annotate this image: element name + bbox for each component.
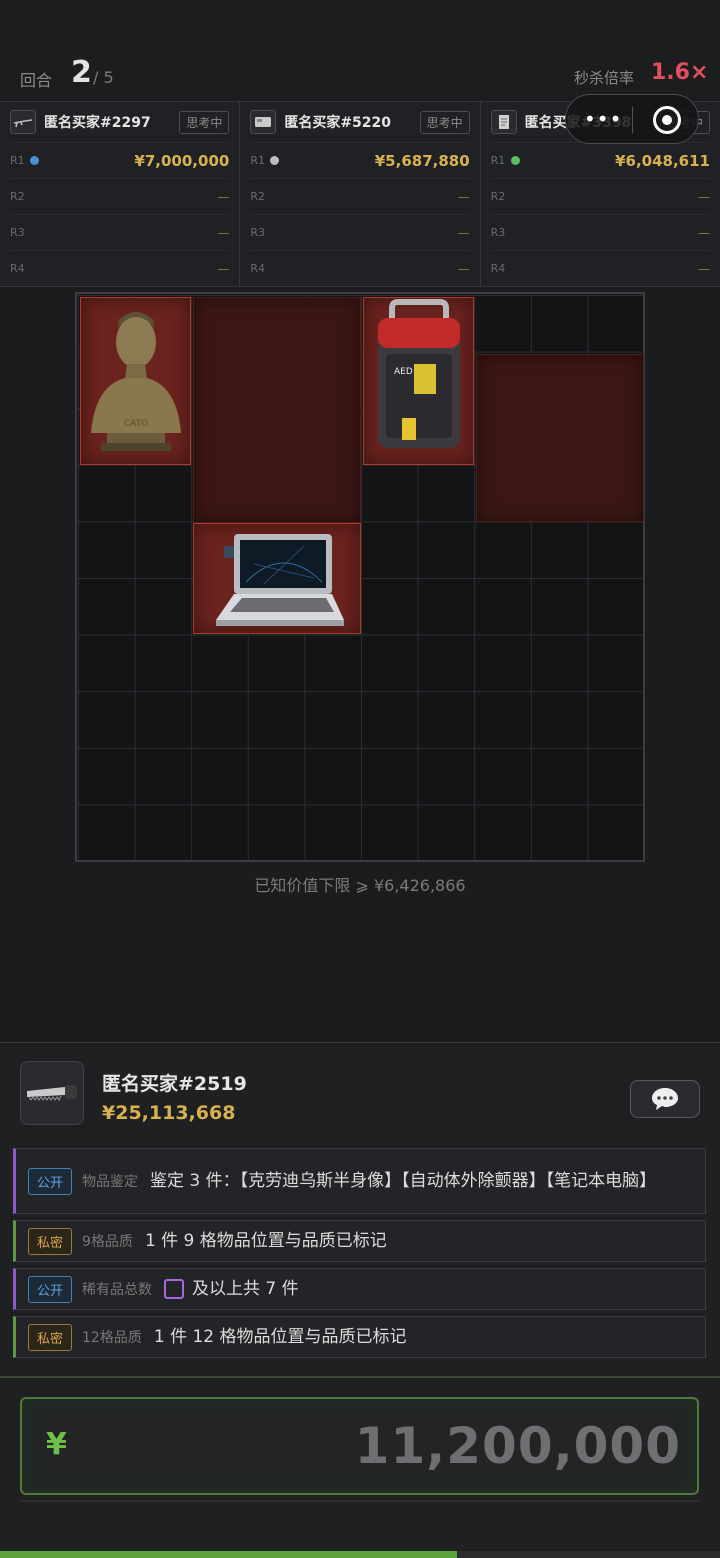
close-target-icon[interactable]	[653, 106, 681, 134]
round-total: / 5	[93, 68, 114, 87]
bid-input[interactable]: ¥ 11,200,000	[20, 1397, 699, 1495]
clue-label: 12格品质	[82, 1330, 142, 1346]
clue-row: 公开 稀有品总数 及以上共 7 件	[13, 1268, 706, 1310]
public-tag: 公开	[28, 1275, 73, 1303]
private-tag: 私密	[28, 1227, 73, 1255]
saw-icon	[20, 1061, 84, 1125]
header: 回合 2 / 5 秒杀倍率 1.6×	[0, 0, 720, 100]
bid-amount: —	[697, 261, 710, 276]
bidder-dot	[30, 156, 39, 165]
bid-amount: ¥5,687,880	[374, 151, 470, 170]
bid-amount: —	[457, 189, 470, 204]
bid-amount: —	[697, 225, 710, 240]
bid-amount: —	[217, 261, 230, 276]
chat-bubble-icon	[652, 1088, 678, 1110]
more-icon[interactable]: •••	[584, 107, 622, 131]
bid-amount: ¥7,000,000	[134, 151, 230, 170]
round-tag: R2	[250, 190, 265, 203]
capsule-divider	[632, 107, 633, 133]
rarity-square-icon	[164, 1279, 185, 1299]
miniprogram-capsule: •••	[565, 94, 699, 144]
round-tag: R3	[490, 226, 506, 239]
clue-label: 9格品质	[82, 1234, 133, 1250]
round-tag: R1	[490, 154, 506, 167]
bid-amount: —	[457, 261, 470, 276]
bid-amount: —	[697, 189, 710, 204]
clue-text: 1 件 9 格物品位置与品质已标记	[144, 1231, 387, 1251]
auction-screen: 回合 2 / 5 秒杀倍率 1.6× ••• 匿名买家#2297 思考中 R1 ¥…	[0, 0, 720, 1558]
bid-amount: —	[217, 189, 230, 204]
round-tag: R4	[250, 262, 265, 275]
notebook-icon	[490, 110, 517, 134]
player-name: 匿名买家#2519	[102, 1073, 247, 1095]
unknown-item-slot[interactable]	[193, 297, 361, 523]
bidder-status: 思考中	[179, 110, 230, 134]
divider	[20, 1500, 699, 1502]
round-tag: R3	[10, 226, 25, 239]
round-tag: R2	[10, 190, 25, 203]
clue-row: 公开 物品鉴定 鉴定 3 件：【克劳迪乌斯半身像】【自动体外除颤器】【笔记本电脑…	[13, 1148, 706, 1214]
divider	[0, 1376, 720, 1378]
clue-text: 鉴定 3 件：【克劳迪乌斯半身像】【自动体外除颤器】【笔记本电脑】	[150, 1171, 657, 1191]
clue-label: 物品鉴定	[82, 1174, 139, 1190]
round-current: 2	[71, 55, 92, 90]
storage-grid: CATO AED	[75, 292, 645, 862]
aed-icon: AED	[378, 299, 460, 448]
laptop-item[interactable]	[193, 523, 361, 634]
clue-text: 1 件 12 格物品位置与品质已标记	[153, 1327, 407, 1347]
bid-amount: —	[217, 225, 230, 240]
round-label: 回合	[20, 71, 53, 90]
bidder-card: 匿名买家#5220 思考中 R1 ¥5,687,880 R2 — R3 — R4 —	[240, 102, 481, 286]
clue-row: 私密 9格品质 1 件 9 格物品位置与品质已标记	[13, 1220, 706, 1262]
bid-amount: —	[457, 225, 470, 240]
bidder-dot	[510, 156, 520, 165]
rate-value: 1.6×	[651, 60, 709, 85]
card-icon	[250, 110, 277, 134]
bidder-status: 思考中	[419, 110, 470, 134]
bidder-name: 匿名买家#5220	[284, 115, 392, 131]
unknown-item-slot[interactable]	[476, 354, 644, 522]
chat-button[interactable]	[630, 1080, 700, 1118]
player-money: ¥25,113,668	[102, 1102, 236, 1124]
timer-progress-bar	[0, 1551, 720, 1558]
public-tag: 公开	[28, 1167, 73, 1195]
svg-text:AED: AED	[394, 367, 413, 377]
bust-item[interactable]: CATO	[80, 297, 191, 465]
bidder-name: 匿名买家#2297	[44, 115, 151, 131]
bid-amount-value: 11,200,000	[354, 1417, 681, 1475]
aed-item[interactable]: AED	[363, 297, 474, 465]
bust-icon: CATO	[91, 312, 181, 451]
round-tag: R3	[250, 226, 265, 239]
round-tag: R2	[490, 190, 506, 203]
timer-progress-fill	[0, 1551, 458, 1558]
currency-symbol: ¥	[46, 1427, 67, 1462]
clue-text: 及以上共 7 件	[192, 1279, 299, 1299]
known-value-floor: 已知价值下限 ⩾ ¥6,426,866	[254, 876, 466, 895]
rate-label: 秒杀倍率	[574, 69, 635, 87]
round-tag: R1	[10, 154, 25, 167]
bidder-card: 匿名买家#2297 思考中 R1 ¥7,000,000 R2 — R3 — R4 —	[0, 102, 241, 286]
clue-row: 私密 12格品质 1 件 12 格物品位置与品质已标记	[13, 1316, 706, 1358]
round-tag: R1	[250, 154, 265, 167]
private-tag: 私密	[28, 1323, 73, 1351]
round-tag: R4	[490, 262, 506, 275]
laptop-icon	[216, 534, 344, 626]
bid-amount: ¥6,048,611	[615, 151, 710, 170]
svg-text:CATO: CATO	[124, 419, 148, 429]
round-tag: R4	[10, 262, 25, 275]
clue-label: 稀有品总数	[82, 1282, 153, 1298]
rifle-icon	[10, 110, 36, 134]
bidder-dot	[270, 156, 280, 165]
